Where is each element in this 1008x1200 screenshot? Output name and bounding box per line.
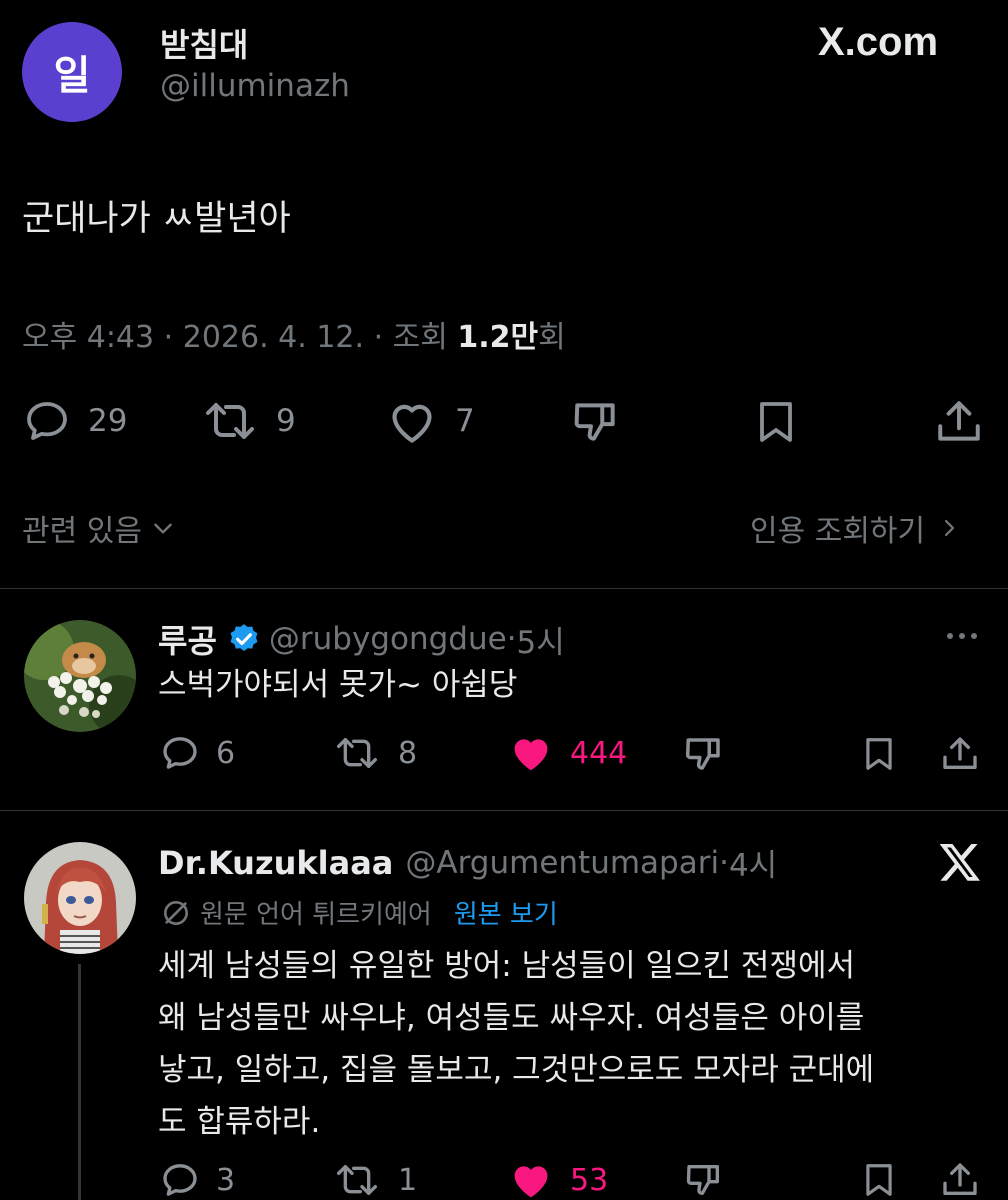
like-button[interactable]: 444 bbox=[508, 733, 627, 773]
more-options-icon[interactable] bbox=[944, 626, 980, 646]
avatar[interactable]: 일 bbox=[22, 22, 122, 122]
retweet-icon bbox=[337, 738, 377, 768]
reply-icon bbox=[163, 737, 197, 769]
thumbs-down-icon bbox=[686, 1165, 719, 1195]
downvote-button[interactable] bbox=[570, 397, 622, 447]
retweet-icon bbox=[206, 403, 254, 439]
chevron-right-icon bbox=[945, 519, 955, 537]
thumbs-down-icon bbox=[685, 738, 720, 770]
related-dropdown[interactable]: 관련 있음 bbox=[22, 506, 176, 550]
x-logo-watermark: X.com bbox=[818, 20, 939, 64]
translation-source-label: 원문 언어 튀르키예어 bbox=[200, 900, 432, 930]
reply-button[interactable]: 3 bbox=[160, 1160, 235, 1200]
bookmark-button[interactable] bbox=[860, 733, 898, 775]
share-button[interactable] bbox=[940, 1160, 980, 1200]
bookmark-icon bbox=[866, 738, 892, 770]
translation-note: 원문 언어 튀르키예어 원본 보기 bbox=[160, 894, 558, 931]
bookmark-icon bbox=[866, 1164, 892, 1196]
reply-time[interactable]: 4시 bbox=[729, 840, 777, 885]
share-button[interactable] bbox=[934, 397, 984, 447]
separator-dot: · bbox=[163, 320, 183, 355]
reply-icon bbox=[163, 1164, 197, 1196]
bookmark-icon bbox=[760, 402, 792, 442]
reply-text-line: 왜 남성들만 싸우냐, 여성들도 싸우자. 여성들은 아이를 bbox=[158, 1000, 865, 1036]
reply-button[interactable]: 6 bbox=[160, 733, 235, 773]
related-label: 관련 있음 bbox=[22, 514, 142, 549]
show-original-link[interactable]: 원본 보기 bbox=[454, 894, 558, 931]
tweet-meta: 오후 4:43 · 2026. 4. 12. · 조회 1.2만회 bbox=[22, 312, 566, 356]
tweet-date[interactable]: 2026. 4. 12. bbox=[183, 320, 364, 355]
reply-header: 루공 @rubygongdue · 5시 bbox=[158, 616, 565, 662]
author-handle[interactable]: @illuminazh bbox=[160, 68, 350, 104]
like-count: 53 bbox=[570, 1162, 609, 1198]
reply-text: 세계 남성들의 유일한 방어: 남성들이 일으킨 전쟁에서 왜 남성들만 싸우냐… bbox=[158, 940, 874, 1148]
retweet-count: 9 bbox=[276, 403, 296, 439]
separator-dot: · bbox=[506, 621, 517, 657]
views-suffix: 회 bbox=[538, 320, 566, 355]
author-display-name[interactable]: 받침대 bbox=[160, 20, 248, 66]
reply-time[interactable]: 5시 bbox=[517, 617, 565, 662]
reply-count: 6 bbox=[216, 735, 236, 771]
reply-count: 29 bbox=[88, 403, 128, 439]
like-count: 7 bbox=[455, 403, 475, 439]
reply-author-handle[interactable]: @rubygongdue bbox=[269, 621, 507, 657]
view-quotes-label: 인용 조회하기 bbox=[750, 514, 926, 549]
reply-icon bbox=[27, 402, 67, 440]
like-button[interactable]: 53 bbox=[508, 1160, 608, 1200]
retweet-count: 1 bbox=[398, 1162, 418, 1198]
reply-author-name[interactable]: Dr.Kuzuklaaa bbox=[158, 844, 393, 882]
divider bbox=[0, 588, 1008, 589]
tweet-text: 군대나가 ㅆ발년아 bbox=[22, 199, 291, 239]
thumbs-down-icon bbox=[574, 403, 615, 441]
avatar-initial: 일 bbox=[53, 53, 91, 99]
separator-dot: · bbox=[373, 320, 393, 355]
reply-author-name[interactable]: 루공 bbox=[158, 616, 217, 662]
separator-dot: · bbox=[719, 844, 729, 881]
reply-header: Dr.Kuzuklaaa @Argumentumapari · 4시 bbox=[158, 840, 777, 885]
retweet-button[interactable]: 1 bbox=[332, 1160, 417, 1200]
translate-icon bbox=[164, 900, 188, 925]
reply-count: 3 bbox=[216, 1162, 236, 1198]
downvote-button[interactable] bbox=[683, 1160, 725, 1200]
x-logo-icon bbox=[939, 844, 980, 881]
reply-author-handle[interactable]: @Argumentumapari bbox=[405, 845, 719, 881]
reply-text: 스벅가야되서 못가~ 아쉽당 bbox=[158, 667, 518, 703]
bookmark-button[interactable] bbox=[752, 397, 800, 447]
downvote-button[interactable] bbox=[683, 733, 725, 775]
divider bbox=[0, 810, 1008, 811]
like-button[interactable]: 7 bbox=[385, 397, 475, 445]
reply-text-line: 낳고, 일하고, 집을 돌보고, 그것만으로도 모자라 군대에 bbox=[158, 1052, 875, 1088]
views-count: 1.2만 bbox=[457, 320, 539, 355]
share-icon bbox=[943, 1163, 977, 1195]
share-icon bbox=[943, 737, 977, 769]
retweet-button[interactable]: 8 bbox=[332, 733, 417, 773]
anime-character-avatar-image bbox=[24, 842, 136, 954]
hamster-flower-avatar-image bbox=[24, 620, 136, 732]
reply-text-line: 도 합류하라. bbox=[158, 1104, 321, 1140]
retweet-count: 8 bbox=[398, 735, 418, 771]
view-quotes-link[interactable]: 인용 조회하기 bbox=[750, 506, 961, 550]
heart-icon bbox=[392, 404, 432, 443]
chevron-down-icon bbox=[154, 523, 172, 534]
avatar[interactable] bbox=[24, 842, 136, 954]
avatar[interactable] bbox=[24, 620, 136, 732]
heart-filled-icon bbox=[514, 1166, 548, 1198]
views-prefix: 조회 bbox=[392, 320, 448, 355]
verified-badge-icon bbox=[230, 624, 258, 652]
share-icon bbox=[938, 401, 980, 441]
heart-filled-icon bbox=[514, 739, 548, 771]
like-count: 444 bbox=[570, 735, 628, 771]
bookmark-button[interactable] bbox=[860, 1160, 898, 1200]
thread-line bbox=[78, 964, 81, 1200]
retweet-icon bbox=[337, 1165, 377, 1195]
share-button[interactable] bbox=[940, 733, 980, 775]
reply-button[interactable]: 29 bbox=[22, 397, 127, 445]
retweet-button[interactable]: 9 bbox=[200, 397, 296, 445]
tweet-time[interactable]: 오후 4:43 bbox=[22, 320, 154, 355]
reply-text-line: 세계 남성들의 유일한 방어: 남성들이 일으킨 전쟁에서 bbox=[158, 948, 856, 984]
